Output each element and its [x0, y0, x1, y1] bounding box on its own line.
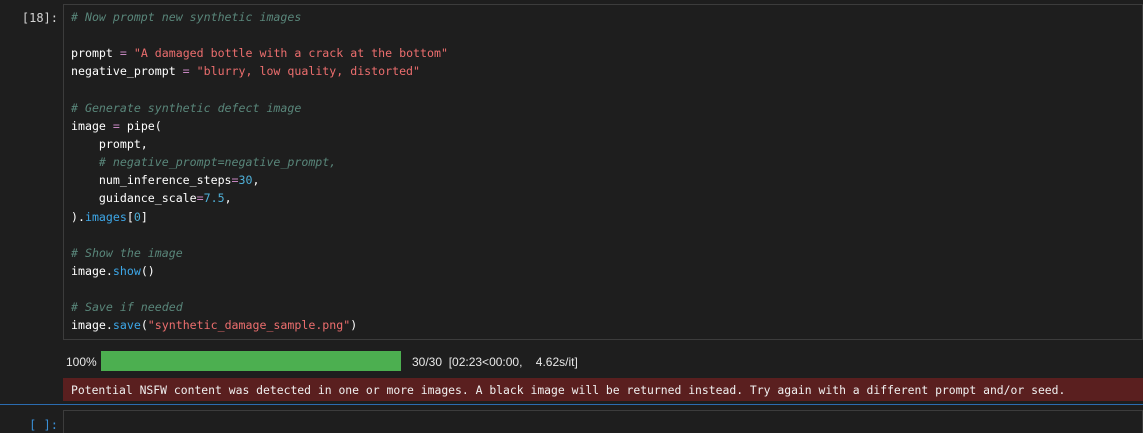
- code-line: num_inference_steps=30,: [71, 171, 448, 189]
- progress-bar: [101, 351, 401, 371]
- code-token: =: [231, 173, 239, 188]
- code-token: image.: [71, 263, 113, 278]
- stderr-output: Potential NSFW content was detected in o…: [63, 378, 1143, 401]
- empty-code-cell[interactable]: [63, 410, 1143, 433]
- code-token: # Show the image: [71, 245, 183, 260]
- progress-output: 100% 30/30 [02:23<00:00, 4.62s/it]: [63, 349, 1143, 373]
- code-token: num_inference_steps: [71, 173, 232, 188]
- code-token: "blurry, low quality, distorted": [196, 64, 421, 79]
- code-token: (): [140, 263, 155, 278]
- code-token: ,: [252, 173, 260, 188]
- code-line: # Now prompt new synthetic images: [71, 8, 448, 26]
- code-token: show: [112, 263, 141, 278]
- code-token: (: [140, 318, 148, 333]
- code-editor[interactable]: # Now prompt new synthetic images prompt…: [71, 8, 448, 335]
- code-token: ,: [224, 191, 232, 206]
- code-token: ): [350, 318, 358, 333]
- progress-bar-fill: [101, 351, 401, 371]
- active-cell-indicator: [0, 404, 1143, 405]
- code-token: # negative_prompt=negative_prompt,: [71, 155, 337, 170]
- progress-stats: 30/30 [02:23<00:00, 4.62s/it]: [412, 355, 578, 369]
- code-token: save: [112, 318, 141, 333]
- code-token: ]: [140, 209, 148, 224]
- cell-prompt-empty: [ ]:: [29, 418, 58, 432]
- code-line: image = pipe(: [71, 117, 448, 135]
- code-cell-input[interactable]: # Now prompt new synthetic images prompt…: [63, 4, 1143, 340]
- code-token: image: [71, 118, 106, 133]
- code-token: "A damaged bottle with a crack at the bo…: [133, 46, 448, 61]
- code-line: # negative_prompt=negative_prompt,: [71, 153, 448, 171]
- code-line: ).images[0]: [71, 208, 448, 226]
- code-line: negative_prompt = "blurry, low quality, …: [71, 62, 448, 80]
- code-token: # Save if needed: [71, 300, 183, 315]
- code-token: 7.5: [203, 191, 225, 206]
- code-token: # Now prompt new synthetic images: [71, 10, 302, 24]
- code-line: # Save if needed: [71, 298, 448, 316]
- progress-percent: 100%: [66, 355, 97, 369]
- code-line: image.save("synthetic_damage_sample.png"…: [71, 316, 448, 334]
- code-token: 0: [133, 209, 141, 224]
- cell-prompt-18: [18]:: [21, 11, 58, 25]
- code-token: =: [105, 118, 127, 133]
- code-token: pipe(: [126, 118, 162, 133]
- code-token: =: [196, 191, 204, 206]
- code-token: # Generate synthetic defect image: [71, 100, 302, 115]
- code-line: prompt = "A damaged bottle with a crack …: [71, 44, 448, 62]
- code-token: guidance_scale: [71, 191, 197, 206]
- code-token: prompt: [71, 46, 113, 61]
- code-token: 30: [238, 173, 253, 188]
- nsfw-warning-message: Potential NSFW content was detected in o…: [71, 383, 1066, 397]
- code-token: ).: [71, 209, 85, 224]
- code-line: # Show the image: [71, 244, 448, 262]
- code-token: [: [126, 209, 134, 224]
- code-token: "synthetic_damage_sample.png": [147, 318, 351, 333]
- code-token: =: [112, 46, 134, 61]
- code-line: prompt,: [71, 135, 448, 153]
- code-token: negative_prompt: [71, 64, 176, 79]
- code-line: image.show(): [71, 262, 448, 280]
- code-token: =: [175, 64, 197, 79]
- code-token: image.: [71, 318, 113, 333]
- code-token: prompt,: [71, 136, 148, 151]
- code-line: # Generate synthetic defect image: [71, 99, 448, 117]
- code-token: images: [84, 209, 127, 224]
- code-line: guidance_scale=7.5,: [71, 189, 448, 207]
